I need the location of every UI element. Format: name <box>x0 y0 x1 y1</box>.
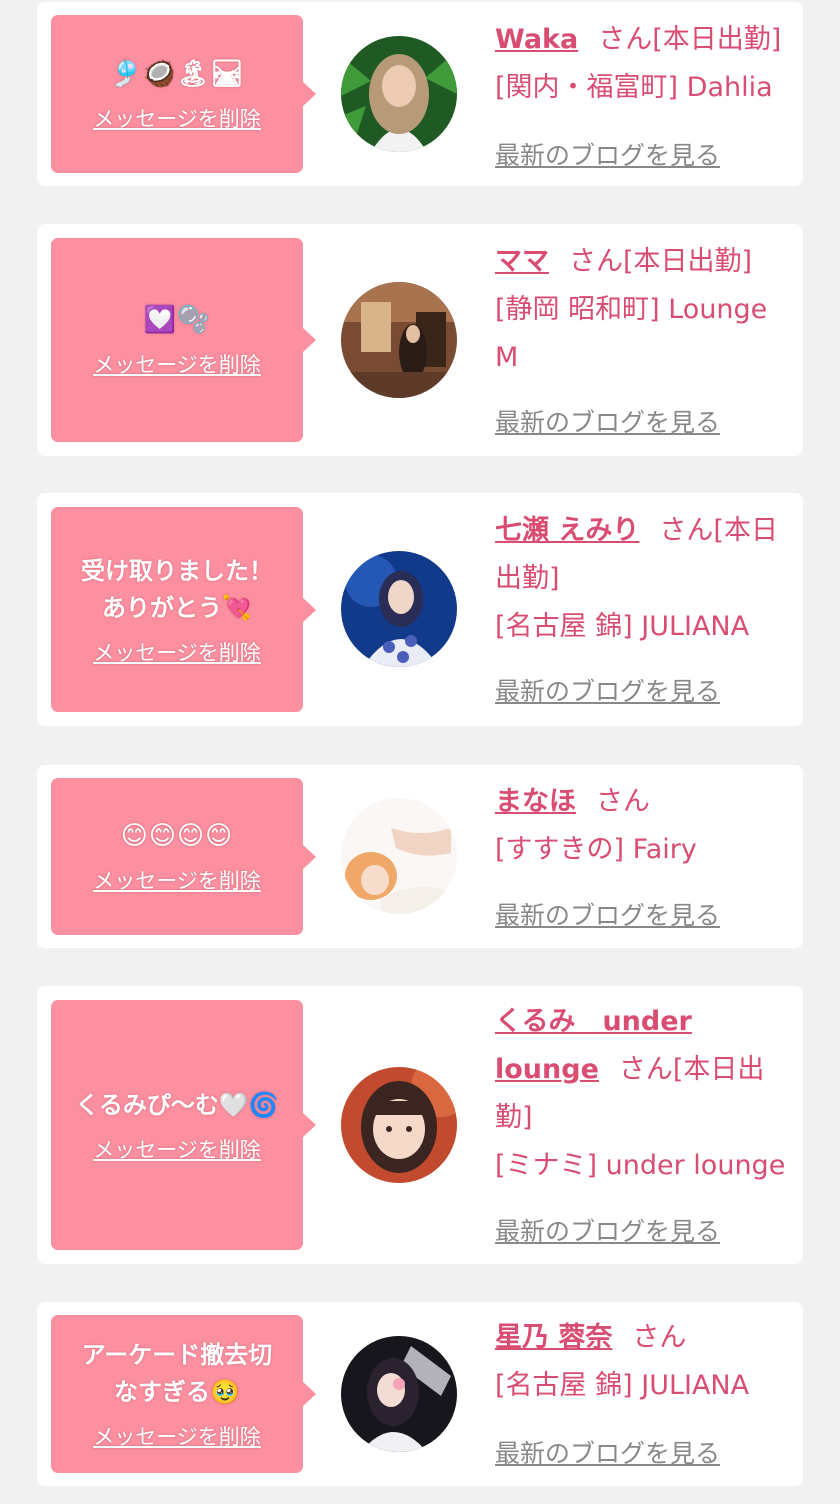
message-text: 受け取りました！ ありがとう💘 <box>81 556 273 622</box>
shop-name: [名古屋 錦] JULIANA <box>495 1370 750 1401</box>
profile-info: Waka さん[本日出勤] [関内・福富町] Dahlia <box>495 16 795 112</box>
message-bubble: 😊😊😊😊 メッセージを削除 <box>51 778 316 935</box>
profile-status: さん <box>632 1322 687 1353</box>
delete-message-link[interactable]: メッセージを削除 <box>93 637 261 667</box>
profile-info: くるみ under lounge さん[本日出勤] [ミナミ] under lou… <box>495 998 795 1190</box>
profile-name-link[interactable]: ママ <box>495 246 549 277</box>
delete-message-link[interactable]: メッセージを削除 <box>93 103 261 133</box>
message-bubble: くるみぴ〜む🤍🌀 メッセージを削除 <box>51 1000 316 1250</box>
message-card: 😊😊😊😊 メッセージを削除 まなほ さん [すすきの] Fairy 最新のブログを… <box>37 765 803 948</box>
avatar[interactable] <box>341 1336 457 1452</box>
latest-blog-link[interactable]: 最新のブログを見る <box>495 896 720 932</box>
message-text: 😊😊😊😊 <box>120 821 234 851</box>
message-bubble: 💟🫧 メッセージを削除 <box>51 238 316 442</box>
latest-blog-link[interactable]: 最新のブログを見る <box>495 136 720 172</box>
avatar[interactable] <box>341 798 457 914</box>
latest-blog-link[interactable]: 最新のブログを見る <box>495 403 720 439</box>
message-text: くるみぴ〜む🤍🌀 <box>75 1090 279 1119</box>
shop-name: [静岡 昭和町] Lounge M <box>495 294 768 373</box>
shop-name: [名古屋 錦] JULIANA <box>495 611 750 642</box>
message-text: アーケード撤去切 なすぎる🥹 <box>81 1341 273 1406</box>
message-card: くるみぴ〜む🤍🌀 メッセージを削除 くるみ under lounge さん[本日出… <box>37 986 803 1264</box>
avatar[interactable] <box>341 551 457 667</box>
message-text: 💟🫧 <box>143 304 211 335</box>
profile-info: ママ さん[本日出勤] [静岡 昭和町] Lounge M <box>495 238 795 382</box>
profile-name-link[interactable]: Waka <box>495 24 578 55</box>
shop-name: [関内・福富町] Dahlia <box>495 72 773 103</box>
latest-blog-link[interactable]: 最新のブログを見る <box>495 1434 720 1470</box>
profile-info: まなほ さん [すすきの] Fairy <box>495 778 795 874</box>
profile-name-link[interactable]: まなほ <box>495 786 576 817</box>
delete-message-link[interactable]: メッセージを削除 <box>93 865 261 895</box>
latest-blog-link[interactable]: 最新のブログを見る <box>495 1212 720 1248</box>
profile-info: 星乃 蓉奈 さん [名古屋 錦] JULIANA <box>495 1314 795 1410</box>
profile-status: さん[本日出勤] <box>598 24 782 55</box>
latest-blog-link[interactable]: 最新のブログを見る <box>495 672 720 708</box>
delete-message-link[interactable]: メッセージを削除 <box>93 1421 261 1451</box>
avatar[interactable] <box>341 282 457 398</box>
delete-message-link[interactable]: メッセージを削除 <box>93 1134 261 1164</box>
message-card: 受け取りました！ ありがとう💘 メッセージを削除 七瀬 えみり さん[本日出勤] … <box>37 493 803 726</box>
profile-info: 七瀬 えみり さん[本日出勤] [名古屋 錦] JULIANA <box>495 507 795 651</box>
message-bubble: 受け取りました！ ありがとう💘 メッセージを削除 <box>51 507 316 712</box>
profile-status: さん[本日出勤] <box>569 246 753 277</box>
shop-name: [すすきの] Fairy <box>495 834 697 865</box>
message-card: アーケード撤去切 なすぎる🥹 メッセージを削除 星乃 蓉奈 さん [名古屋 錦] … <box>37 1302 803 1486</box>
message-bubble: 🎐🥥🏝🛤 メッセージを削除 <box>51 15 316 173</box>
profile-name-link[interactable]: 七瀬 えみり <box>495 515 639 546</box>
shop-name: [ミナミ] under lounge <box>495 1150 786 1181</box>
message-bubble: アーケード撤去切 なすぎる🥹 メッセージを削除 <box>51 1315 316 1473</box>
message-card: 🎐🥥🏝🛤 メッセージを削除 Waka さん[本日出勤] [関内・福富町] Dahl… <box>37 2 803 186</box>
message-card: 💟🫧 メッセージを削除 ママ さん[本日出勤] [静岡 昭和町] Lounge M… <box>37 224 803 456</box>
avatar[interactable] <box>341 1067 457 1183</box>
delete-message-link[interactable]: メッセージを削除 <box>93 349 261 379</box>
profile-name-link[interactable]: 星乃 蓉奈 <box>495 1322 612 1353</box>
profile-status: さん <box>596 786 650 817</box>
message-text: 🎐🥥🏝🛤 <box>109 58 245 89</box>
avatar[interactable] <box>341 36 457 152</box>
